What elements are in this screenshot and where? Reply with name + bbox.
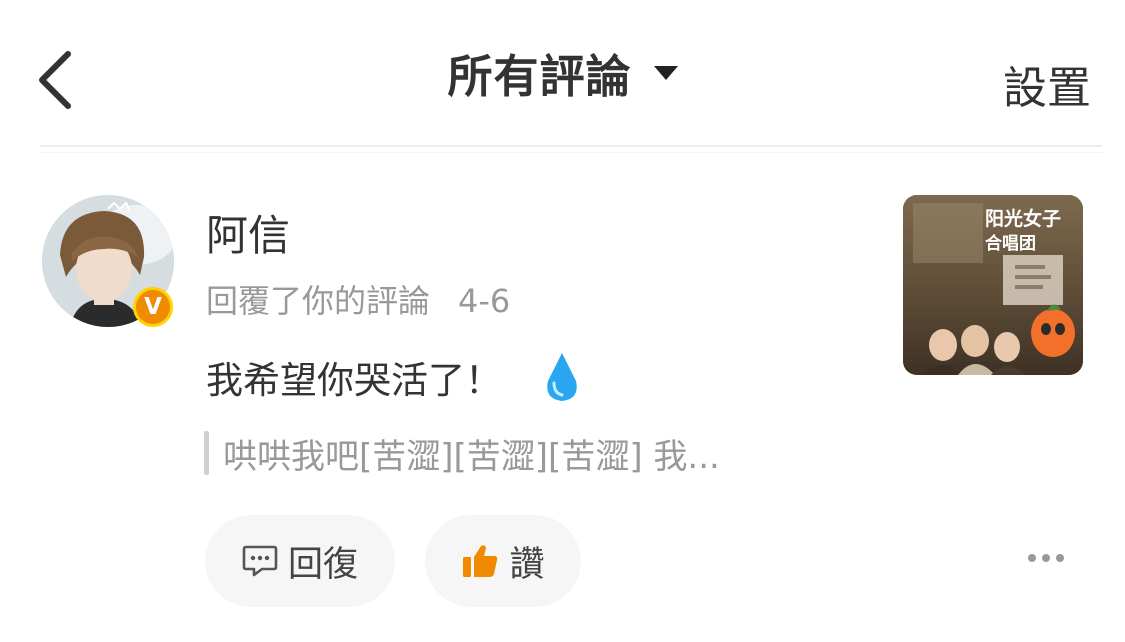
page-title[interactable]: 所有評論 bbox=[447, 40, 631, 105]
reply-button[interactable]: 回復 bbox=[205, 515, 395, 607]
caret-down-icon[interactable] bbox=[653, 65, 678, 80]
reply-label: 回復 bbox=[287, 544, 358, 585]
comment-meta: 回覆了你的評論 4-6 bbox=[206, 276, 510, 322]
dot bbox=[1028, 554, 1036, 562]
verified-badge-icon: V bbox=[133, 287, 173, 327]
dot bbox=[1042, 554, 1050, 562]
top-nav-bar: 所有評論 設置 bbox=[0, 0, 1125, 146]
like-label: 讚 bbox=[509, 544, 545, 585]
quoted-comment[interactable]: 哄哄我吧[苦澀][苦澀][苦澀] 我... bbox=[204, 430, 720, 477]
dot bbox=[1056, 554, 1064, 562]
post-thumbnail[interactable]: 阳光女子 合唱团 bbox=[903, 195, 1083, 375]
quoted-text: 哄哄我吧[苦澀][苦澀][苦澀] 我... bbox=[223, 436, 720, 477]
quote-bar bbox=[204, 431, 209, 475]
like-button[interactable]: 讚 bbox=[425, 515, 581, 607]
more-dots-icon[interactable] bbox=[1028, 554, 1064, 562]
username[interactable]: 阿信 bbox=[206, 202, 290, 263]
comment-text: 我希望你哭活了！ bbox=[206, 359, 502, 402]
settings-button[interactable]: 設置 bbox=[1003, 52, 1091, 116]
comment-body[interactable]: 我希望你哭活了！ bbox=[206, 350, 582, 404]
poster-title-2: 合唱团 bbox=[985, 233, 1036, 254]
divider bbox=[40, 152, 1102, 153]
sweat-drop-icon bbox=[547, 353, 577, 401]
thumbs-up-icon bbox=[463, 545, 498, 577]
divider bbox=[40, 145, 1102, 147]
comment-bubble-icon bbox=[242, 545, 278, 577]
poster-image: 阳光女子 合唱团 bbox=[903, 195, 1083, 375]
timestamp: 4-6 bbox=[458, 282, 511, 320]
action-text: 回覆了你的評論 bbox=[206, 282, 431, 320]
title-dropdown[interactable]: 所有評論 bbox=[0, 40, 1125, 105]
poster-title: 阳光女子 bbox=[985, 207, 1061, 230]
